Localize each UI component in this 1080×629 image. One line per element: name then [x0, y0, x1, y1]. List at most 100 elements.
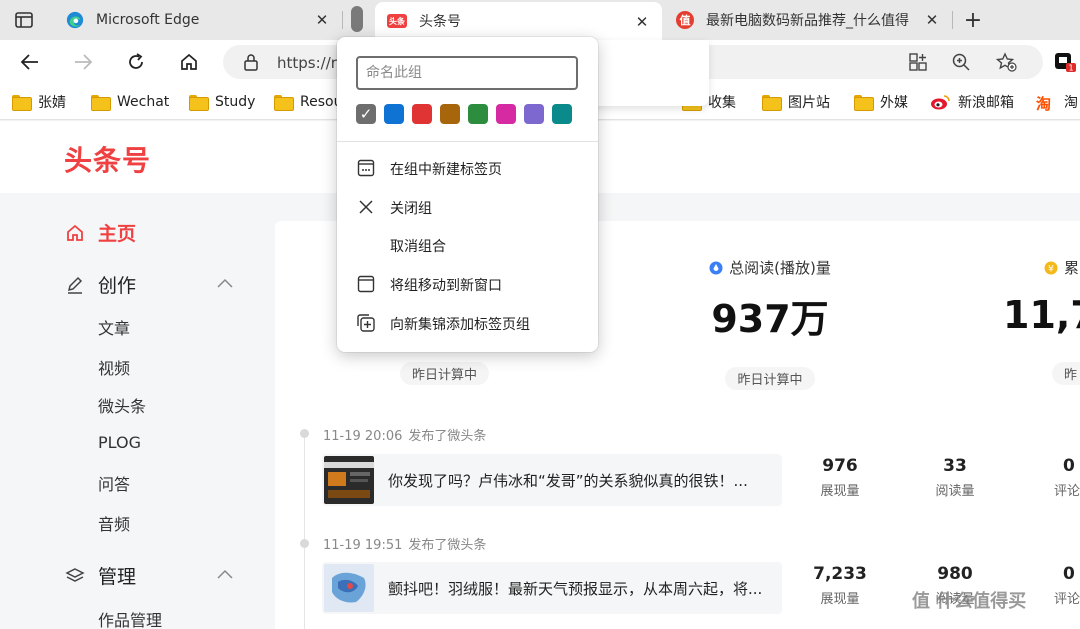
post-thumbnail	[324, 564, 374, 612]
menu-new-tab-in-group[interactable]: 在组中新建标签页	[337, 150, 598, 186]
info-drop-icon	[709, 261, 723, 274]
metric-label: 展现量	[820, 484, 860, 499]
layers-icon	[64, 565, 86, 587]
svg-text:1: 1	[1068, 64, 1073, 73]
nav-manage[interactable]: 管理	[64, 562, 136, 589]
metric-label: 阅读量	[935, 484, 975, 499]
post-thumbnail	[324, 456, 374, 504]
nav-plog[interactable]: PLOG	[98, 433, 141, 452]
zoom-in-icon	[952, 53, 970, 71]
post-item[interactable]: 颤抖吧！羽绒服！最新天气预报显示，从本周六起，将...	[322, 562, 782, 614]
nav-weitoutiao[interactable]: 微头条	[98, 393, 146, 417]
stat-note: 昨日计算中	[725, 367, 815, 390]
nav-home-label: 主页	[98, 223, 137, 245]
bookmark-folder[interactable]: 外媒	[854, 92, 908, 112]
post-title[interactable]: 你发现了吗？卢伟冰和“发哥”的关系貌似真的很铁！...	[388, 470, 772, 491]
nav-video[interactable]: 视频	[98, 355, 130, 379]
folder-icon	[762, 95, 782, 111]
close-tab-icon[interactable]: ✕	[922, 10, 942, 30]
smzdm-favicon-icon: 值	[676, 11, 694, 29]
menu-label: 在组中新建标签页	[390, 162, 502, 178]
nav-article[interactable]: 文章	[98, 315, 130, 339]
tab-smzdm[interactable]: 值 最新电脑数码新品推荐_什么值得 ✕	[666, 0, 953, 40]
stat-cumulative: ¥ 累	[1044, 257, 1080, 278]
color-swatch-blue[interactable]	[384, 104, 404, 124]
back-button[interactable]	[15, 48, 45, 76]
lock-icon[interactable]	[243, 53, 259, 75]
stat-label: 总阅读(播放)量	[700, 257, 840, 278]
metric-label: 评论	[1054, 592, 1080, 607]
menu-ungroup[interactable]: 取消组合	[337, 227, 598, 263]
bookmark-folder[interactable]: Study	[189, 92, 255, 112]
menu-close-group[interactable]: 关闭组	[337, 189, 598, 225]
metric-shows: 7,233 展现量	[800, 564, 880, 607]
bookmark-link[interactable]: 新浪邮箱	[930, 92, 1014, 112]
post-title[interactable]: 颤抖吧！羽绒服！最新天气预报显示，从本周六起，将...	[388, 578, 772, 599]
tab-group-indicator[interactable]	[351, 6, 363, 32]
tab-group-editor: 在组中新建标签页 关闭组 取消组合 将组移动到新窗口 向新集锦添加标签页组	[337, 37, 598, 352]
metric-reads: 33 阅读量	[915, 456, 995, 499]
coin-icon: ¥	[1044, 261, 1058, 274]
bookmark-folder[interactable]: Wechat	[91, 92, 169, 112]
color-swatch-red[interactable]	[412, 104, 432, 124]
group-name-input[interactable]	[356, 56, 578, 90]
chevron-up-icon[interactable]	[216, 568, 234, 580]
nav-audio[interactable]: 音频	[98, 511, 130, 535]
tab-microsoft-edge[interactable]: Microsoft Edge ✕	[56, 0, 343, 40]
color-swatch-brown[interactable]	[440, 104, 460, 124]
home-button[interactable]	[174, 48, 204, 76]
menu-label: 取消组合	[390, 239, 446, 255]
bookmark-link[interactable]: 淘 淘	[1036, 92, 1078, 113]
tab-actions-button[interactable]	[10, 8, 38, 32]
metric-value: 976	[822, 456, 858, 476]
chevron-up-icon[interactable]	[216, 277, 234, 289]
refresh-button[interactable]	[121, 48, 151, 76]
menu-label: 关闭组	[390, 201, 432, 217]
post-time: 11-19 19:51	[323, 538, 403, 553]
metric-label: 展现量	[820, 592, 860, 607]
zoom-button[interactable]	[946, 48, 976, 76]
extension-button[interactable]: 1	[1050, 48, 1080, 76]
color-swatch-pink[interactable]	[496, 104, 516, 124]
forward-button[interactable]	[68, 48, 98, 76]
menu-add-group-to-collection[interactable]: 向新集锦添加标签页组	[337, 305, 598, 341]
bookmark-folder[interactable]: 图片站	[762, 92, 830, 112]
color-swatch-teal[interactable]	[552, 104, 572, 124]
new-tab-button[interactable]: +	[960, 8, 986, 33]
bookmark-label: 新浪邮箱	[958, 95, 1014, 111]
metric-value: 33	[943, 456, 967, 476]
bookmark-label: 淘	[1064, 95, 1078, 111]
tab-label: 最新电脑数码新品推荐_什么值得	[706, 13, 909, 29]
metric-comments: 0 评论	[1054, 456, 1080, 499]
toutiao-favicon-icon: 头条	[387, 14, 407, 28]
timeline-dot	[300, 429, 309, 438]
menu-label: 将组移动到新窗口	[390, 278, 502, 294]
stat-note: 昨日计算中	[400, 362, 490, 385]
close-tab-icon[interactable]: ✕	[632, 12, 652, 32]
post-item[interactable]: 你发现了吗？卢伟冰和“发哥”的关系貌似真的很铁！...	[322, 454, 782, 506]
tab-toutiao[interactable]: 头条 头条号 ✕	[375, 2, 662, 40]
split-screen-button[interactable]	[903, 48, 933, 76]
close-tab-icon[interactable]: ✕	[312, 10, 332, 30]
color-swatches	[356, 104, 572, 124]
bookmark-folder[interactable]: 张婧	[12, 92, 66, 112]
forward-arrow-icon	[75, 54, 93, 70]
apps-icon	[909, 53, 927, 71]
divider	[337, 141, 598, 142]
pen-icon	[64, 274, 86, 296]
nav-works-manage[interactable]: 作品管理	[98, 607, 162, 629]
add-favorite-button[interactable]	[991, 48, 1021, 76]
stat-label: ¥ 累	[1044, 257, 1080, 278]
folder-icon	[12, 95, 32, 111]
color-swatch-gray[interactable]	[356, 104, 376, 124]
nav-create[interactable]: 创作	[64, 271, 136, 298]
post-action: 发布了微头条	[408, 429, 487, 444]
bookmark-folder[interactable]: Resou	[274, 92, 342, 112]
menu-move-group-new-window[interactable]: 将组移动到新窗口	[337, 266, 598, 302]
post-time: 11-19 20:06	[323, 429, 403, 444]
color-swatch-green[interactable]	[468, 104, 488, 124]
nav-qa[interactable]: 问答	[98, 471, 130, 495]
toutiao-logo[interactable]: 头条号	[64, 139, 151, 179]
nav-home[interactable]: 主页	[64, 219, 136, 246]
color-swatch-purple[interactable]	[524, 104, 544, 124]
